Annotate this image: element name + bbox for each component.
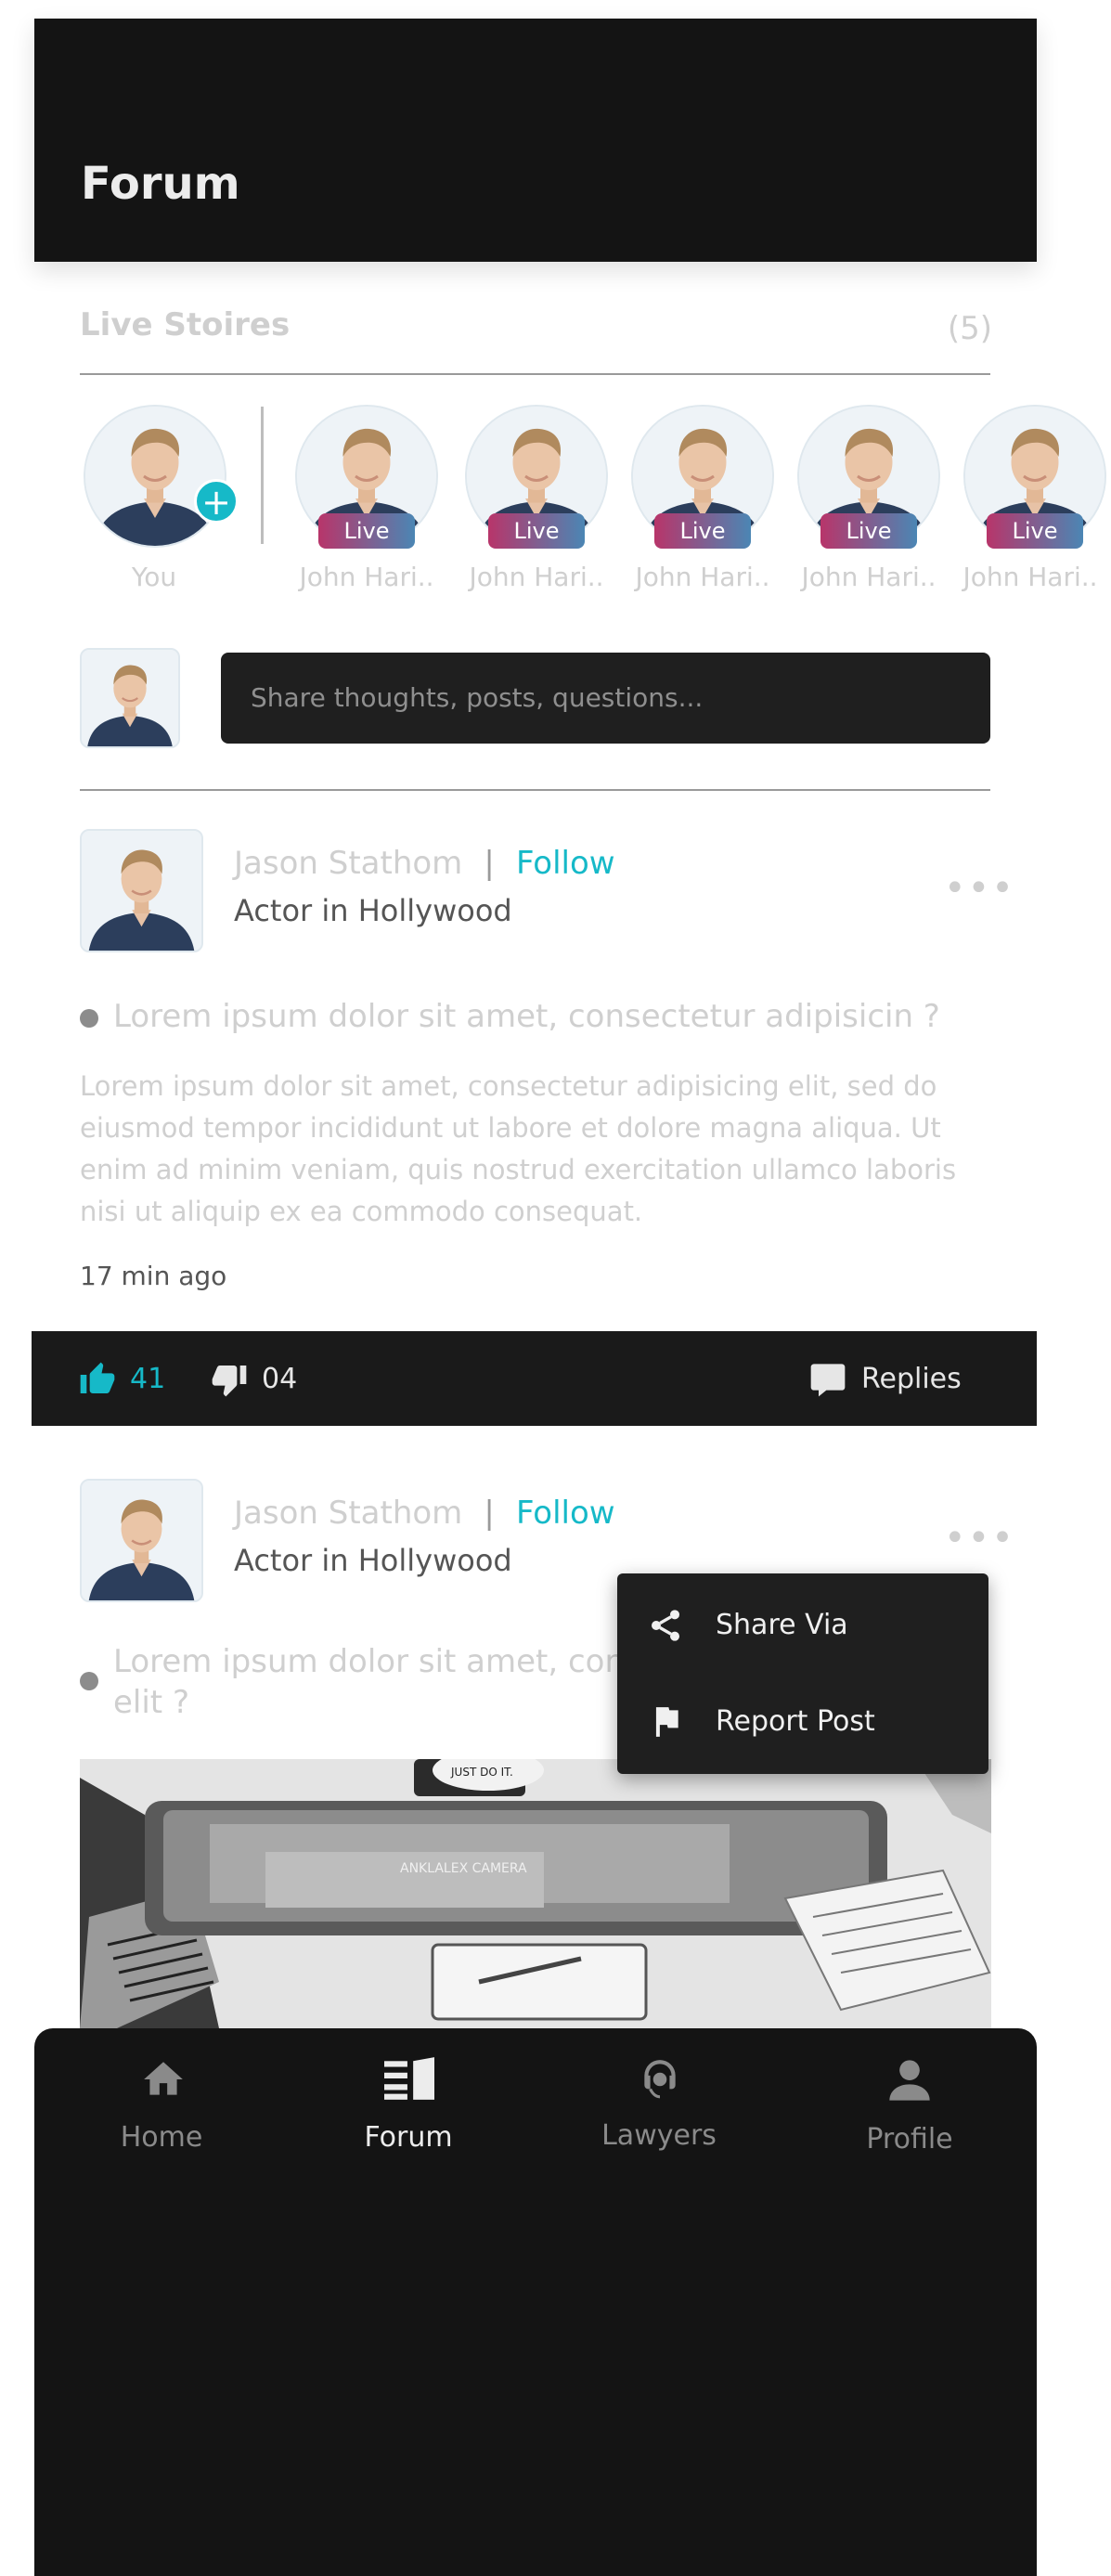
stories-title: Live Stoires <box>80 306 291 343</box>
post-question-line2[interactable]: elit ? <box>113 1684 189 1721</box>
screen-text: ANKLALEX CAMERA <box>400 1861 527 1876</box>
post-author-name[interactable]: Jason Stathom <box>234 1495 462 1532</box>
stories-divider <box>80 373 990 375</box>
like-button[interactable] <box>78 1361 117 1402</box>
thumbs-up-icon <box>80 1362 115 1393</box>
menu-item-report-post[interactable]: Report Post <box>617 1674 988 1774</box>
post-question[interactable]: Lorem ipsum dolor sit amet, consectetur … <box>113 998 940 1035</box>
separator: | <box>484 845 495 882</box>
page-title: Forum <box>81 158 240 210</box>
app-header: Forum <box>34 19 1037 262</box>
share-icon <box>652 1610 679 1641</box>
story-own[interactable]: + <box>84 405 239 581</box>
dislike-button[interactable] <box>210 1361 249 1402</box>
story-name: John Hari.. <box>469 562 604 592</box>
avatar <box>84 405 226 548</box>
menu-item-share-via[interactable]: Share Via <box>617 1573 988 1674</box>
post-header-line: Jason Stathom | Follow <box>234 1495 615 1532</box>
post-timestamp: 17 min ago <box>80 1261 227 1291</box>
menu-item-label: Share Via <box>716 1609 848 1641</box>
like-count: 41 <box>130 1363 166 1395</box>
story-name: John Hari.. <box>635 562 770 592</box>
nav-label: Home <box>120 2121 203 2154</box>
profile-icon <box>889 2060 930 2101</box>
nav-item-lawyers[interactable]: Lawyers <box>575 2056 743 2158</box>
follow-button[interactable]: Follow <box>516 1495 615 1532</box>
follow-button[interactable]: Follow <box>516 845 615 882</box>
cap-text: JUST DO IT. <box>450 1766 513 1779</box>
nav-label: Lawyers <box>601 2119 717 2152</box>
bullet-dot <box>80 1009 98 1028</box>
thumbs-down-icon <box>212 1366 247 1397</box>
flag-icon <box>655 1707 678 1737</box>
bottom-navigation: Home Forum Lawyers Profile <box>34 2028 1037 2576</box>
live-badge: Live <box>318 513 415 549</box>
more-options-icon[interactable]: ••• <box>944 1517 1015 1560</box>
post-question-line1[interactable]: Lorem ipsum dolor sit amet, con <box>113 1643 625 1680</box>
live-badge: Live <box>488 513 585 549</box>
story-name: John Hari.. <box>962 562 1098 592</box>
forum-icon <box>384 2057 434 2100</box>
story-name: John Hari.. <box>299 562 434 592</box>
lawyers-icon <box>644 2060 676 2099</box>
post-author-role: Actor in Hollywood <box>234 1543 512 1578</box>
live-badge: Live <box>987 513 1083 549</box>
story-item[interactable]: Live <box>295 405 438 581</box>
separator: | <box>484 1495 495 1532</box>
stories-count: (5) <box>947 310 992 347</box>
home-icon <box>144 2062 183 2095</box>
composer-avatar <box>80 648 180 748</box>
bullet-dot <box>80 1672 98 1690</box>
nav-label: Forum <box>364 2121 453 2154</box>
nav-item-forum[interactable]: Forum <box>325 2056 492 2158</box>
more-options-icon[interactable]: ••• <box>944 867 1015 910</box>
post-context-menu: Share Via Report Post <box>617 1573 988 1774</box>
story-name: You <box>131 562 177 592</box>
post-header-line: Jason Stathom | Follow <box>234 845 615 882</box>
menu-item-label: Report Post <box>716 1705 875 1738</box>
post-body: Lorem ipsum dolor sit amet, consectetur … <box>80 1070 957 1227</box>
nav-label: Profile <box>866 2123 953 2155</box>
post-author-avatar[interactable] <box>80 1479 203 1602</box>
story-item[interactable]: Live <box>963 405 1106 581</box>
dislike-count: 04 <box>262 1363 298 1395</box>
story-item[interactable]: Live <box>465 405 608 581</box>
story-item[interactable]: Live <box>631 405 774 581</box>
post-author-name[interactable]: Jason Stathom <box>234 845 462 882</box>
share-thoughts-input[interactable]: Share thoughts, posts, questions... <box>221 653 990 744</box>
live-badge: Live <box>654 513 751 549</box>
replies-label: Replies <box>861 1363 962 1395</box>
post-image[interactable]: JUST DO IT. ANKLALEX CAMERA <box>80 1759 991 2028</box>
composer-divider <box>80 789 990 791</box>
story-name: John Hari.. <box>801 562 937 592</box>
add-story-button[interactable]: + <box>194 479 239 524</box>
post-author-avatar[interactable] <box>80 829 203 952</box>
story-item[interactable]: Live <box>797 405 940 581</box>
nav-item-home[interactable]: Home <box>78 2056 245 2158</box>
post-author-role: Actor in Hollywood <box>234 893 512 928</box>
post-action-bar: 41 04 Replies <box>32 1331 1037 1426</box>
story-separator <box>261 407 264 544</box>
comment-icon <box>810 1364 846 1397</box>
nav-item-profile[interactable]: Profile <box>826 2056 993 2158</box>
live-badge: Live <box>820 513 917 549</box>
